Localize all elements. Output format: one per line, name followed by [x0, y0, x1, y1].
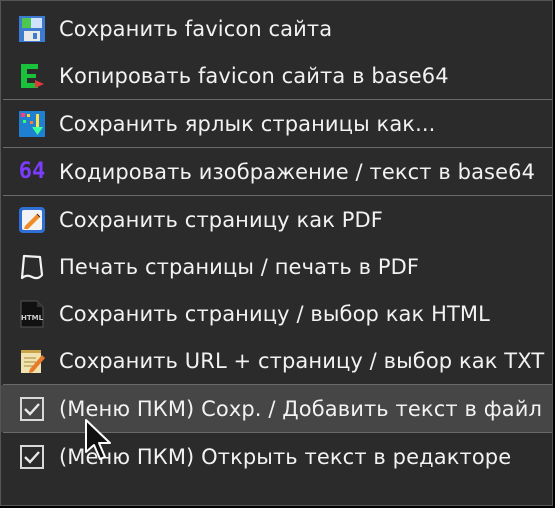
save-favicon-icon: [17, 14, 47, 44]
menu-item-save-pdf[interactable]: Сохранить страницу как PDF: [1, 196, 552, 243]
menu-item-label: (Меню ПКМ) Открыть текст в редакторе: [59, 444, 512, 469]
menu-item-label: Печать страницы / печать в PDF: [59, 254, 420, 279]
menu-item-encode-base64[interactable]: 64 Кодировать изображение / текст в base…: [1, 148, 552, 195]
menu-item-label: Сохранить страницу как PDF: [59, 207, 383, 232]
checkbox-checked-icon[interactable]: [20, 396, 44, 421]
menu-item-save-favicon[interactable]: Сохранить favicon сайта: [1, 5, 552, 52]
txt-notepad-icon: [17, 346, 47, 376]
checkbox-wrapper[interactable]: [17, 442, 47, 472]
menu-item-copy-favicon-base64[interactable]: Копировать favicon сайта в base64: [1, 52, 552, 99]
menu-item-save-shortcut[interactable]: Сохранить ярлык страницы как...: [1, 100, 552, 147]
menu-item-label: Сохранить ярлык страницы как...: [59, 111, 436, 136]
mouse-pointer-icon: [85, 419, 111, 460]
menu-item-label: Сохранить favicon сайта: [59, 16, 333, 41]
menu-item-save-html[interactable]: HTML Сохранить страницу / выбор как HTML: [1, 290, 552, 337]
save-shortcut-icon: [17, 109, 47, 139]
html-file-icon: HTML: [17, 299, 47, 329]
html-file-icon-text: HTML: [20, 313, 44, 322]
base64-64-icon: 64: [17, 157, 47, 187]
menu-item-label: Сохранить страницу / выбор как HTML: [59, 301, 490, 326]
context-menu: Сохранить favicon сайта Копировать favic…: [0, 0, 553, 506]
menu-item-label: Кодировать изображение / текст в base64: [59, 159, 536, 184]
menu-item-label: (Меню ПКМ) Сохр. / Добавить текст в файл: [59, 396, 542, 421]
menu-item-print[interactable]: Печать страницы / печать в PDF: [1, 243, 552, 290]
menu-item-save-url-txt[interactable]: Сохранить URL + страницу / выбор как TXT: [1, 337, 552, 384]
checkbox-wrapper[interactable]: [17, 394, 47, 424]
copy-base64-favicon-icon: [17, 61, 47, 91]
print-icon: [17, 252, 47, 282]
menu-item-label: Копировать favicon сайта в base64: [59, 63, 449, 88]
save-pdf-icon: [17, 205, 47, 235]
base64-64-icon-text: 64: [18, 159, 46, 184]
menu-item-label: Сохранить URL + страницу / выбор как TXT: [59, 348, 545, 373]
checkbox-checked-icon[interactable]: [20, 444, 44, 469]
